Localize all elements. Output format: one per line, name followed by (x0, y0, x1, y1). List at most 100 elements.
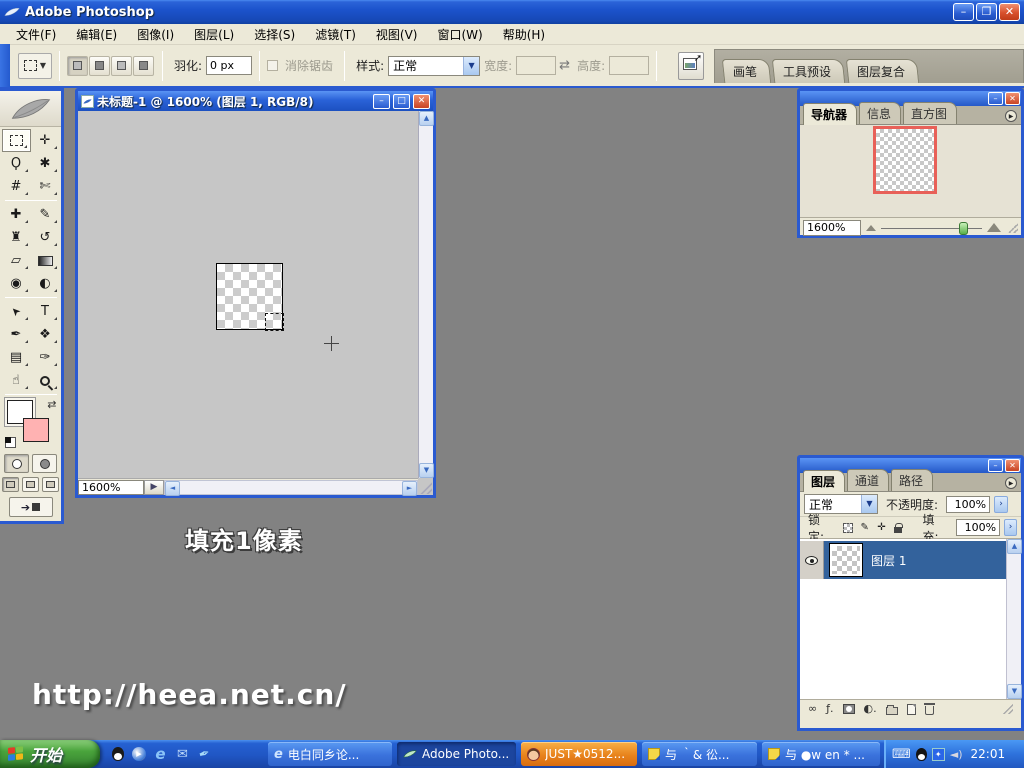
subtract-from-selection-button[interactable] (111, 56, 132, 76)
navigator-thumbnail[interactable] (876, 129, 934, 191)
task-button-forum[interactable]: e 电白同乡论... (268, 742, 392, 766)
chevron-down-icon[interactable]: ▼ (463, 57, 479, 75)
zoom-tool[interactable] (31, 369, 60, 392)
delete-layer-button[interactable] (925, 706, 934, 715)
lasso-tool[interactable]: Ϙ (2, 152, 31, 175)
layer-row[interactable]: 图层 1 (800, 541, 1006, 579)
scroll-down-button[interactable]: ▼ (419, 463, 434, 478)
resize-grip[interactable] (1008, 223, 1018, 233)
tab-layer-comps[interactable]: 图层复合 (846, 59, 920, 83)
pen-app-icon[interactable]: ✒ (195, 744, 214, 763)
intersect-selection-button[interactable] (133, 56, 154, 76)
app-titlebar[interactable]: Adobe Photoshop – ❐ ✕ (0, 0, 1024, 24)
visibility-cell[interactable] (800, 541, 824, 579)
pen-tool[interactable]: ✒ (2, 323, 31, 346)
standard-screen-mode-button[interactable] (2, 477, 19, 492)
horizontal-scrollbar[interactable]: ◄ ► (164, 480, 418, 495)
antialias-checkbox[interactable] (267, 60, 278, 71)
clone-stamp-tool[interactable]: ♜ (2, 226, 31, 249)
dodge-tool[interactable]: ◐ (31, 272, 60, 295)
link-layers-button[interactable]: ∞ (808, 703, 817, 715)
standard-mode-button[interactable] (4, 454, 29, 473)
task-button-photoshop[interactable]: Adobe Photo... (397, 742, 516, 766)
resize-grip[interactable] (1003, 704, 1013, 714)
tab-info[interactable]: 信息 (859, 102, 901, 124)
doc-maximize-button[interactable]: □ (393, 94, 410, 109)
layer-thumbnail[interactable] (829, 543, 863, 577)
file-browser-button[interactable]: ➚ (678, 52, 704, 80)
menu-file[interactable]: 文件(F) (6, 24, 66, 45)
lock-all-icon[interactable] (892, 521, 905, 535)
palette-menu-button[interactable]: ▶ (1005, 477, 1017, 489)
palette-close-button[interactable]: ✕ (1005, 92, 1020, 105)
style-select[interactable]: 正常 ▼ (388, 56, 480, 76)
scroll-left-button[interactable]: ◄ (165, 481, 180, 496)
scroll-right-button[interactable]: ► (402, 481, 417, 496)
fullscreen-menubar-mode-button[interactable] (22, 477, 39, 492)
scroll-up-button[interactable]: ▲ (1007, 539, 1022, 554)
menu-image[interactable]: 图像(I) (127, 24, 184, 45)
restore-button[interactable]: ❐ (976, 3, 997, 21)
notes-tool[interactable]: ▤ (2, 346, 31, 369)
feather-input[interactable] (206, 56, 252, 75)
blur-tool[interactable]: ◉ (2, 272, 31, 295)
chevron-down-icon[interactable]: ▼ (861, 495, 877, 513)
start-button[interactable]: 开始 (0, 740, 100, 768)
palette-menu-button[interactable]: ▶ (1005, 110, 1017, 122)
gradient-tool[interactable] (31, 249, 60, 272)
background-color-swatch[interactable] (23, 418, 49, 442)
task-button-chat1[interactable]: 与 ｀& 彸... (642, 742, 757, 766)
crop-tool[interactable]: # (2, 175, 31, 198)
zoom-out-icon[interactable] (866, 225, 876, 231)
internet-explorer-icon[interactable]: e (153, 747, 168, 762)
doc-close-button[interactable]: ✕ (413, 94, 430, 109)
status-info-button[interactable]: ▶ (144, 480, 164, 495)
messenger-tray-icon[interactable]: ✦ (932, 748, 945, 761)
minimize-button[interactable]: – (953, 3, 974, 21)
width-input[interactable] (516, 56, 556, 75)
media-player-icon[interactable]: ▶ (132, 747, 146, 761)
custom-shape-tool[interactable]: ❖ (31, 323, 60, 346)
lock-transparency-icon[interactable] (842, 521, 855, 535)
navigator-view-frame[interactable] (873, 126, 937, 194)
zoom-in-icon[interactable] (987, 223, 1001, 232)
brush-tool[interactable]: ✎ (31, 203, 60, 226)
volume-icon[interactable]: ◄) (950, 748, 963, 761)
options-bar-grip[interactable] (0, 44, 10, 87)
tab-histogram[interactable]: 直方图 (903, 102, 957, 124)
task-button-qq-chat[interactable]: JUST★0512... (521, 742, 637, 766)
scroll-up-button[interactable]: ▲ (419, 111, 434, 126)
quick-mask-mode-button[interactable] (32, 454, 57, 473)
magic-wand-tool[interactable]: ✱ (31, 152, 60, 175)
palette-minimize-button[interactable]: – (988, 92, 1003, 105)
task-button-chat2[interactable]: 与 ●w en * ... (762, 742, 880, 766)
eyedropper-tool[interactable]: ✑ (31, 346, 60, 369)
tab-tool-presets[interactable]: 工具预设 (772, 59, 846, 83)
eraser-tool[interactable]: ▱ (2, 249, 31, 272)
menu-filter[interactable]: 滤镜(T) (305, 24, 366, 45)
lock-image-icon[interactable]: ✎ (858, 521, 871, 535)
zoom-slider[interactable] (881, 221, 982, 235)
add-layer-mask-button[interactable] (843, 704, 855, 714)
tab-channels[interactable]: 通道 (847, 469, 889, 491)
navigator-zoom-input[interactable] (803, 220, 861, 236)
doc-minimize-button[interactable]: – (373, 94, 390, 109)
edit-in-imageready-button[interactable]: ➔ (9, 497, 53, 517)
opacity-slider-button[interactable]: › (994, 496, 1008, 513)
input-method-icon[interactable]: ⌨ (892, 747, 911, 762)
type-tool[interactable]: T (31, 300, 60, 323)
resize-grip[interactable] (419, 481, 432, 494)
swap-dimensions-icon[interactable]: ⇄ (559, 58, 570, 73)
history-brush-tool[interactable]: ↺ (31, 226, 60, 249)
qq-tray-icon[interactable] (916, 748, 927, 761)
new-layer-button[interactable] (907, 704, 916, 715)
tab-navigator[interactable]: 导航器 (803, 103, 857, 125)
menu-window[interactable]: 窗口(W) (427, 24, 492, 45)
toolbox-header[interactable] (0, 91, 61, 127)
fill-slider-button[interactable]: › (1004, 519, 1017, 536)
menu-select[interactable]: 选择(S) (244, 24, 305, 45)
palette-minimize-button[interactable]: – (988, 459, 1003, 472)
menu-view[interactable]: 视图(V) (366, 24, 428, 45)
tool-preset-picker[interactable]: ▼ (18, 53, 52, 79)
tab-layers[interactable]: 图层 (803, 470, 845, 492)
